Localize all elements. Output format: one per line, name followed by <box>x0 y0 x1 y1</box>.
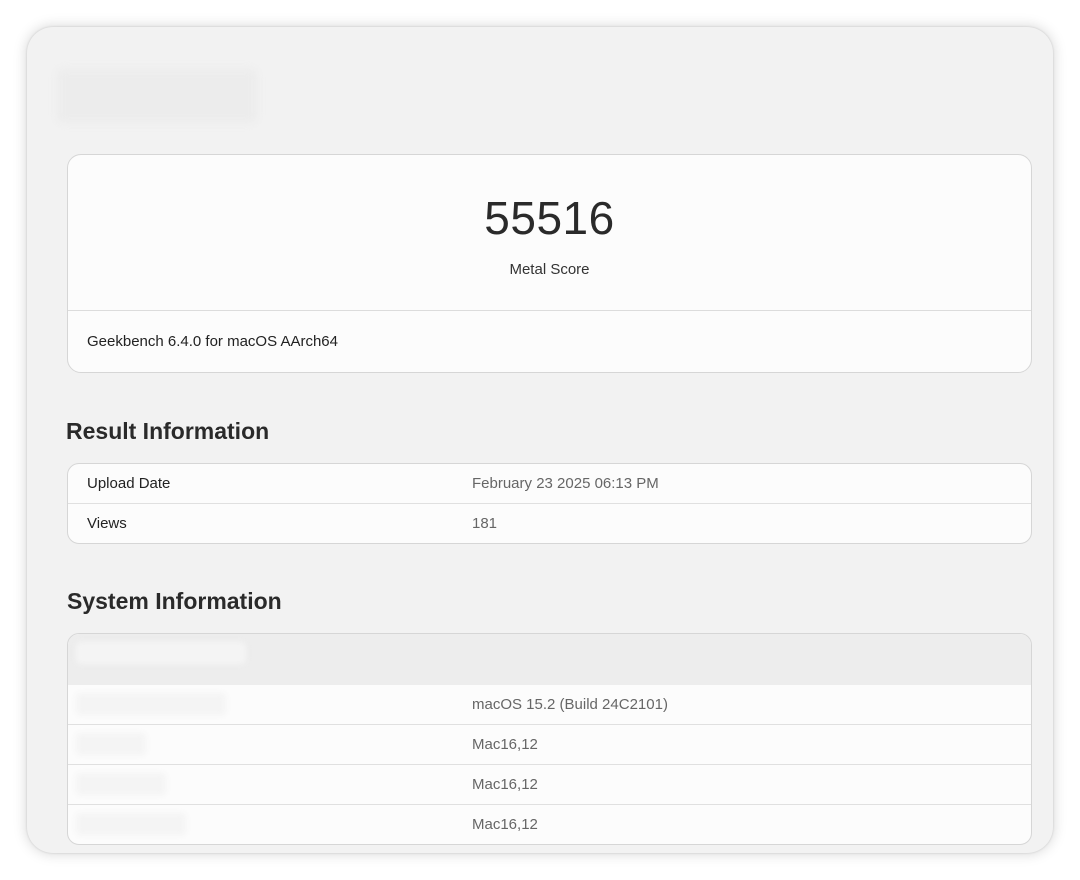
blurred-header-logo <box>57 69 257 123</box>
blurred-key-cell <box>76 733 146 755</box>
operating-system-value: macOS 15.2 (Build 24C2101) <box>472 696 668 713</box>
result-information-title: Result Information <box>66 418 270 444</box>
blurred-key-cell <box>76 813 186 835</box>
blurred-key-cell <box>76 773 166 795</box>
motherboard-value: Mac16,12 <box>472 816 538 833</box>
table-row: Mac16,12 <box>68 764 1031 804</box>
system-table-header-blurred <box>68 634 1031 685</box>
score-summary: 55516 Metal Score <box>68 155 1031 311</box>
table-row: Mac16,12 <box>68 804 1031 844</box>
model-id-value: Mac16,12 <box>472 776 538 793</box>
score-card: 55516 Metal Score Geekbench 6.4.0 for ma… <box>67 154 1032 373</box>
model-value: Mac16,12 <box>472 736 538 753</box>
table-row: Mac16,12 <box>68 724 1031 764</box>
score-version-row: Geekbench 6.4.0 for macOS AArch64 <box>68 311 1031 372</box>
table-row: macOS 15.2 (Build 24C2101) <box>68 685 1031 724</box>
upload-date-label: Upload Date <box>87 475 171 492</box>
blurred-header-cell <box>76 642 246 664</box>
metal-score-label: Metal Score <box>509 261 590 278</box>
views-label: Views <box>87 515 127 532</box>
system-information-title: System Information <box>67 588 282 614</box>
views-value: 181 <box>472 515 498 532</box>
result-information-table: Upload Date February 23 2025 06:13 PM Vi… <box>67 463 1032 544</box>
upload-date-value: February 23 2025 06:13 PM <box>472 475 659 492</box>
table-row-views: Views 181 <box>68 503 1031 543</box>
benchmark-version: Geekbench 6.4.0 for macOS AArch64 <box>87 333 338 350</box>
browser-page: 55516 Metal Score Geekbench 6.4.0 for ma… <box>27 27 1053 853</box>
blurred-key-cell <box>76 693 226 715</box>
table-row-upload-date: Upload Date February 23 2025 06:13 PM <box>68 464 1031 503</box>
metal-score-value: 55516 <box>484 192 615 244</box>
system-information-table: macOS 15.2 (Build 24C2101) Mac16,12 Mac1… <box>67 633 1032 845</box>
